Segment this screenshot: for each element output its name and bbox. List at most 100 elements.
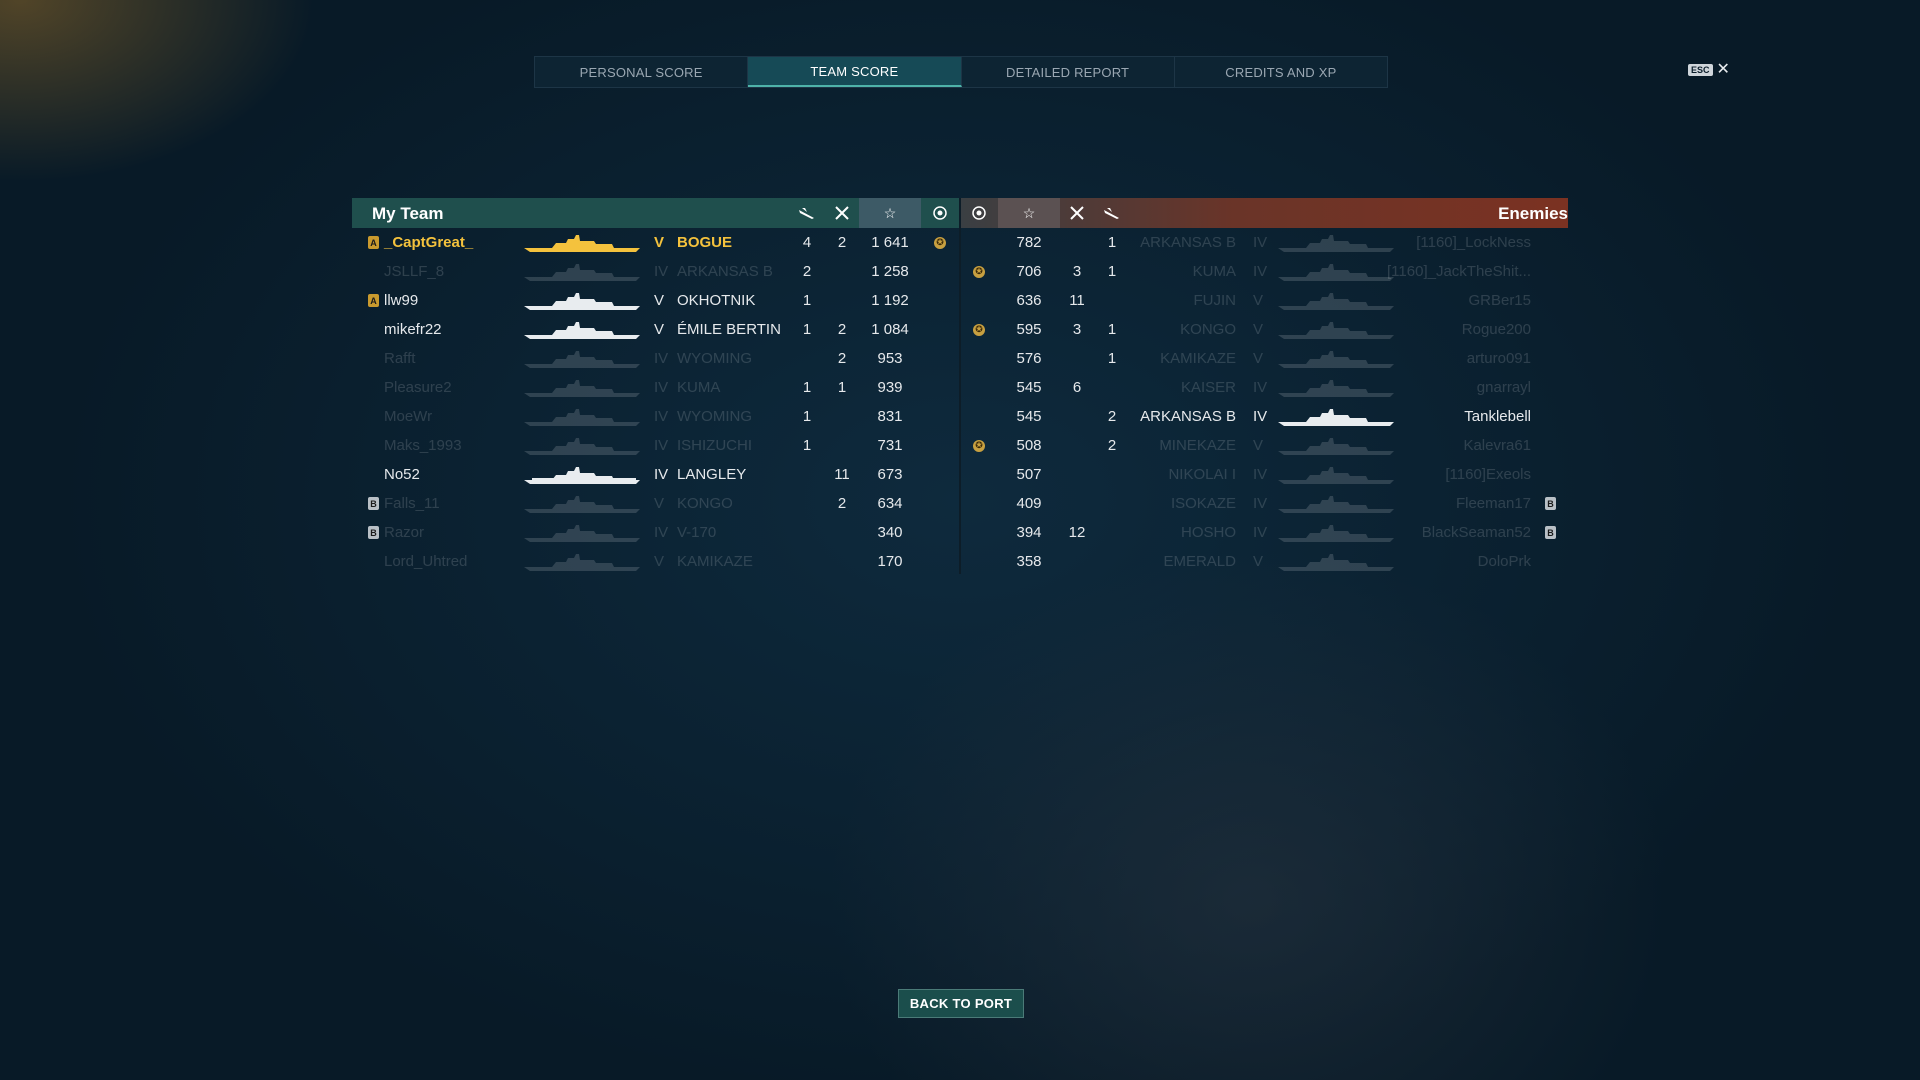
ship-tier: IV (1253, 466, 1268, 483)
ship-kills (1062, 489, 1092, 518)
player-name: gnarrayl (1476, 379, 1531, 396)
my-team-row[interactable]: B Falls_11 V KONGO 2 634 (352, 489, 959, 518)
medal-icon[interactable] (963, 198, 995, 228)
plane-kills: 2 (802, 263, 812, 280)
my-team-row[interactable]: JSLLF_8 IV ARKANSAS B 2 1 258 (352, 257, 959, 286)
ship-silhouette-icon (524, 263, 640, 281)
player-name: MoeWr (384, 408, 433, 425)
plane-kills (1097, 460, 1127, 489)
my-team-row[interactable]: Maks_1993 IV ISHIZUCHI 1 731 (352, 431, 959, 460)
ship-name: NIKOLAI I (1168, 466, 1236, 483)
ship-tier: IV (1253, 408, 1268, 425)
plane-kills: 1 (802, 321, 812, 338)
enemy-row[interactable]: 507 NIKOLAI I IV [1160]Exeols (961, 460, 1568, 489)
ship-silhouette (1276, 547, 1396, 576)
ship-kills (1062, 460, 1092, 489)
plane-kills (1097, 518, 1127, 547)
my-team-row[interactable]: Pleasure2 IV KUMA 1 1 939 (352, 373, 959, 402)
enemy-row[interactable]: 636 11 FUJIN V GRBer15 (961, 286, 1568, 315)
plane-kills: 1 (802, 408, 812, 425)
enemy-row[interactable]: ✪ 508 2 MINEKAZE V Kalevra61 (961, 431, 1568, 460)
ship-silhouette-icon (524, 321, 640, 339)
plane-icon[interactable] (792, 198, 822, 228)
tab-bar: PERSONAL SCORE TEAM SCORE DETAILED REPOR… (534, 56, 1388, 88)
tab-credits-and-xp[interactable]: CREDITS AND XP (1175, 57, 1387, 87)
ship-kills (827, 257, 857, 286)
ship-name: ARKANSAS B (1140, 234, 1236, 251)
plane-kills (1097, 286, 1127, 315)
division-badge: B (368, 526, 379, 539)
tab-detailed-report[interactable]: DETAILED REPORT (962, 57, 1175, 87)
ship-kills (827, 547, 857, 576)
my-team-row[interactable]: No52 IV LANGLEY 11 673 (352, 460, 959, 489)
score: 576 (1016, 350, 1042, 367)
ship-silhouette (522, 344, 642, 373)
ship-tier: V (654, 553, 665, 570)
player-name: Fleeman17 (1455, 495, 1531, 512)
my-team-row[interactable]: A _CaptGreat_ V BOGUE 4 2 1 641 ✪ (352, 228, 959, 257)
my-team-row[interactable]: Rafft IV WYOMING 2 953 (352, 344, 959, 373)
player-name: Rogue200 (1461, 321, 1531, 338)
score: 1 192 (871, 292, 909, 309)
ship-kills: 2 (837, 321, 847, 338)
plane-kills: 1 (802, 437, 812, 454)
player-name: Falls_11 (384, 495, 440, 512)
plane-kills: 1 (1107, 350, 1117, 367)
my-team-panel: My Team ☆ A _CaptGreat_ V BOGUE 4 2 1 641 ✪ JSLL… (352, 198, 959, 574)
my-team-row[interactable]: mikefr22 V ÉMILE BERTIN 1 2 1 084 (352, 315, 959, 344)
score: 953 (877, 350, 903, 367)
enemy-row[interactable]: 545 6 KAISER IV gnarrayl (961, 373, 1568, 402)
enemy-row[interactable]: 545 2 ARKANSAS B IV Tanklebell (961, 402, 1568, 431)
plane-icon[interactable] (1097, 198, 1127, 228)
score: 673 (877, 466, 903, 483)
player-name: arturo091 (1466, 350, 1531, 367)
ship-silhouette-icon (524, 408, 640, 426)
ship-kills (827, 402, 857, 431)
enemy-row[interactable]: 782 1 ARKANSAS B IV [1160]_LockNess (961, 228, 1568, 257)
player-name: Kalevra61 (1463, 437, 1531, 454)
enemy-row[interactable]: 358 EMERALD V DoloPrk (961, 547, 1568, 576)
player-name: Lord_Uhtred (384, 553, 468, 570)
ship-name: V-170 (677, 524, 717, 541)
star-icon[interactable]: ☆ (998, 198, 1060, 228)
tab-personal-score[interactable]: PERSONAL SCORE (535, 57, 749, 87)
my-team-title: My Team (372, 204, 444, 223)
ship-silhouette-icon (524, 437, 640, 455)
ship-silhouette-icon (1278, 466, 1394, 484)
ship-name: ÉMILE BERTIN (677, 321, 781, 338)
plane-kills: 1 (1107, 321, 1117, 338)
ship-silhouette-icon (1278, 379, 1394, 397)
ship-silhouette (1276, 286, 1396, 315)
score: 595 (1016, 321, 1042, 338)
my-team-row[interactable]: Lord_Uhtred V KAMIKAZE 170 (352, 547, 959, 576)
my-team-row[interactable]: Allw99 V OKHOTNIK 1 1 192 (352, 286, 959, 315)
crossed-guns-icon[interactable] (827, 198, 857, 228)
enemy-row[interactable]: 576 1 KAMIKAZE Varturo091 (961, 344, 1568, 373)
ship-silhouette-icon (524, 350, 640, 368)
player-name: Tanklebell (1464, 408, 1531, 425)
ship-name: KUMA (677, 379, 721, 396)
plane-kills: 2 (1107, 437, 1117, 454)
crossed-guns-icon[interactable] (1062, 198, 1092, 228)
ship-kills: 2 (837, 350, 847, 367)
enemy-row[interactable]: ✪ 595 3 1 KONGO V Rogue200 (961, 315, 1568, 344)
ship-silhouette-icon (1278, 495, 1394, 513)
ship-tier: IV (1253, 524, 1268, 541)
ship-tier: V (654, 234, 665, 251)
enemy-row[interactable]: ✪ 706 3 1 KUMA IV [1160]_JackTheShit... (961, 257, 1568, 286)
plane-kills (1097, 373, 1127, 402)
enemy-row[interactable]: 409 ISOKAZE IV Fleeman17 B (961, 489, 1568, 518)
back-to-port-button[interactable]: BACK TO PORT (898, 989, 1024, 1018)
score: 636 (1016, 292, 1042, 309)
plane-kills (1097, 489, 1127, 518)
my-team-row[interactable]: MoeWr IV WYOMING 1 831 (352, 402, 959, 431)
plane-kills (792, 547, 822, 576)
tab-team-score[interactable]: TEAM SCORE (748, 57, 962, 87)
ship-name: MINEKAZE (1159, 437, 1236, 454)
enemy-row[interactable]: 394 12 HOSHO IV BlackSeaman52 B (961, 518, 1568, 547)
medal-icon[interactable] (924, 198, 956, 228)
ship-kills (827, 431, 857, 460)
star-icon[interactable]: ☆ (859, 198, 921, 228)
my-team-row[interactable]: B Razor IV V-170 340 (352, 518, 959, 547)
close-button[interactable]: ESC ✕ (1688, 62, 1730, 78)
